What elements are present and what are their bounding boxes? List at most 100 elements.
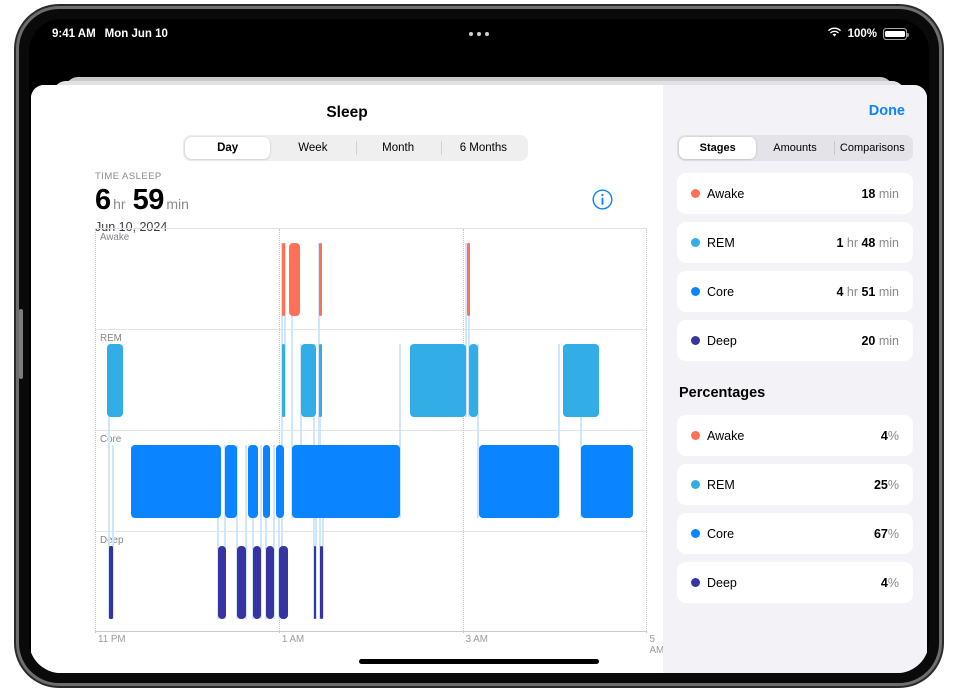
chart-segment-awake[interactable]: [281, 243, 286, 316]
chart-segment-deep[interactable]: [237, 546, 246, 619]
stage-row[interactable]: Deep 20 min: [677, 320, 913, 361]
wifi-icon: [827, 27, 842, 41]
chart-segment-rem[interactable]: [282, 344, 285, 417]
battery-icon: [883, 28, 910, 40]
summary-minutes-unit: min: [166, 196, 189, 212]
stage-color-dot: [691, 529, 700, 538]
chart-segment-rem[interactable]: [563, 344, 599, 417]
stage-durations-list: Awake 18 min REM 1 hr 48 min Core 4 hr 51 min…: [677, 173, 913, 369]
volume-button[interactable]: [19, 309, 23, 379]
chart-segment-awake[interactable]: [467, 243, 470, 316]
tab-amounts[interactable]: Amounts: [756, 137, 833, 159]
info-circle-icon[interactable]: [592, 189, 613, 210]
stage-value-label: 18 min: [861, 186, 899, 201]
ipad-screen: 9:41 AM Mon Jun 10 100% Sleep Day Week M…: [29, 19, 929, 673]
stage-row[interactable]: Awake 18 min: [677, 173, 913, 214]
range-tab-month[interactable]: Month: [355, 137, 441, 159]
stage-value-label: 20 min: [861, 333, 899, 348]
stage-row[interactable]: Core 4 hr 51 min: [677, 271, 913, 312]
stage-value-label: 25%: [873, 477, 899, 492]
stage-name-label: Core: [707, 526, 735, 541]
chart-band-deep: Deep: [95, 532, 647, 633]
stage-percentages-list: Awake 4% REM 25% Core 67% Deep 4%: [677, 415, 913, 611]
sleep-stages-chart[interactable]: Awake REM Core Deep 11 PM 1 AM 3 AM 5 AM: [95, 228, 664, 656]
chart-segment-rem[interactable]: [319, 344, 322, 417]
done-button[interactable]: Done: [869, 103, 905, 119]
chart-band-label: REM: [100, 333, 122, 344]
status-bar-center: [29, 19, 929, 49]
range-segmented-control[interactable]: Day Week Month 6 Months: [183, 135, 528, 161]
chart-segment-rem[interactable]: [107, 344, 123, 417]
chart-segment-core[interactable]: [225, 445, 238, 518]
stage-row[interactable]: Deep 4%: [677, 562, 913, 603]
stage-color-dot: [691, 480, 700, 489]
chart-segment-deep[interactable]: [266, 546, 275, 619]
chart-x-tick: 11 PM: [98, 634, 126, 645]
tab-stages[interactable]: Stages: [679, 137, 757, 159]
chart-band-label: Core: [100, 434, 122, 445]
range-tab-6months[interactable]: 6 Months: [440, 137, 526, 159]
range-tab-day[interactable]: Day: [185, 137, 271, 159]
status-bar: 9:41 AM Mon Jun 10 100%: [29, 19, 929, 49]
stage-value-label: 1 hr 48 min: [836, 235, 899, 250]
chart-segment-core[interactable]: [580, 445, 634, 518]
chart-segment-deep[interactable]: [217, 546, 226, 619]
chart-segment-awake[interactable]: [318, 243, 322, 316]
stage-value-label: 4%: [880, 575, 899, 590]
summary-minutes: 59: [132, 184, 165, 216]
page-title: Sleep: [326, 104, 368, 121]
stage-row[interactable]: Core 67%: [677, 513, 913, 554]
chart-gridline: [95, 229, 96, 633]
stage-name-label: REM: [707, 235, 735, 250]
stage-value-label: 4%: [880, 428, 899, 443]
multitask-dots-icon[interactable]: [469, 32, 489, 36]
percentages-heading: Percentages: [679, 385, 766, 401]
time-asleep-summary: TIME ASLEEP 6 hr 59 min Jun 10, 2024: [95, 171, 189, 234]
chart-segment-core[interactable]: [478, 445, 560, 518]
stage-row[interactable]: REM 1 hr 48 min: [677, 222, 913, 263]
stage-color-dot: [691, 287, 700, 296]
chart-band-awake: Awake: [95, 229, 647, 330]
chart-segment-deep[interactable]: [320, 546, 323, 619]
chart-segment-core[interactable]: [248, 445, 259, 518]
stats-pane: Done Stages Amounts Comparisons Awake 18 …: [663, 85, 927, 673]
stage-color-dot: [691, 336, 700, 345]
sleep-detail-sheet: Sleep Day Week Month 6 Months TIME ASLEE…: [31, 85, 927, 673]
chart-segment-core[interactable]: [331, 445, 400, 518]
chart-segment-awake[interactable]: [289, 243, 301, 316]
chart-x-tick: 3 AM: [465, 634, 488, 645]
stage-value-label: 4 hr 51 min: [836, 284, 899, 299]
chart-segment-deep[interactable]: [279, 546, 289, 619]
ipad-device-frame: 9:41 AM Mon Jun 10 100% Sleep Day Week M…: [19, 9, 939, 683]
chart-gridline: [646, 229, 648, 633]
chart-segment-rem[interactable]: [469, 344, 479, 417]
chart-gridline: [462, 229, 464, 633]
stage-name-label: Deep: [707, 575, 737, 590]
chart-segment-rem[interactable]: [301, 344, 316, 417]
stage-segmented-control[interactable]: Stages Amounts Comparisons: [677, 135, 913, 161]
stage-name-label: Awake: [707, 186, 745, 201]
stage-color-dot: [691, 578, 700, 587]
stage-name-label: REM: [707, 477, 735, 492]
stage-color-dot: [691, 431, 700, 440]
range-tab-week[interactable]: Week: [270, 137, 355, 159]
stage-row[interactable]: REM 25%: [677, 464, 913, 505]
chart-segment-core[interactable]: [315, 445, 328, 518]
chart-segment-core[interactable]: [262, 445, 270, 518]
home-indicator[interactable]: [359, 659, 599, 664]
stage-row[interactable]: Awake 4%: [677, 415, 913, 456]
chart-segment-core[interactable]: [276, 445, 284, 518]
battery-percent-label: 100%: [847, 28, 877, 40]
chart-band-label: Awake: [100, 232, 130, 243]
tab-comparisons[interactable]: Comparisons: [833, 137, 911, 159]
chart-segment-deep[interactable]: [252, 546, 261, 619]
chart-segment-deep[interactable]: [109, 546, 113, 619]
summary-hours-unit: hr: [113, 196, 126, 212]
chart-segment-rem[interactable]: [409, 344, 466, 417]
chart-segment-deep[interactable]: [313, 546, 317, 619]
status-bar-right: 100%: [827, 19, 910, 49]
summary-value: 6 hr 59 min: [95, 184, 189, 217]
chart-segment-core[interactable]: [131, 445, 221, 518]
stage-name-label: Deep: [707, 333, 737, 348]
stage-color-dot: [691, 189, 700, 198]
